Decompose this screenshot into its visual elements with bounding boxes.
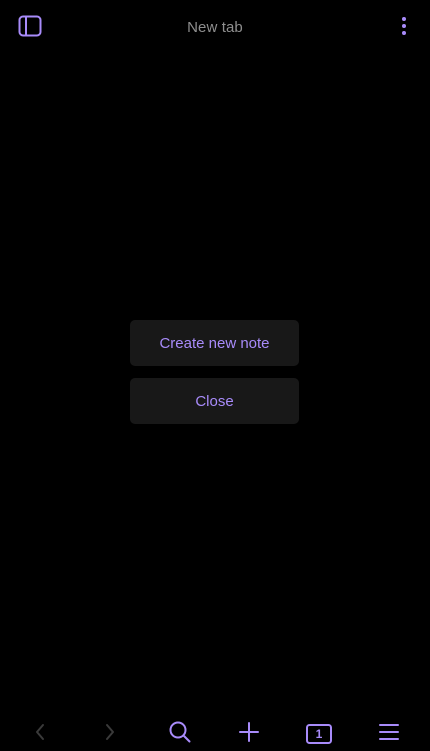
tabs-button[interactable]: 1 xyxy=(299,717,339,751)
new-tab-button[interactable] xyxy=(229,717,269,751)
tab-title: New tab xyxy=(187,19,243,36)
chevron-right-icon xyxy=(104,723,116,746)
top-bar: New tab xyxy=(0,0,430,56)
plus-icon xyxy=(238,721,260,748)
search-icon xyxy=(168,720,192,749)
create-new-note-button[interactable]: Create new note xyxy=(130,320,299,366)
tabs-count: 1 xyxy=(315,727,323,741)
hamburger-icon xyxy=(378,723,400,746)
search-button[interactable] xyxy=(160,717,200,751)
bottom-nav-bar: 1 xyxy=(0,717,430,751)
main-menu-button[interactable] xyxy=(369,717,409,751)
back-button[interactable] xyxy=(20,717,60,751)
chevron-left-icon xyxy=(34,723,46,746)
more-options-button[interactable] xyxy=(392,14,416,42)
close-button[interactable]: Close xyxy=(130,378,299,424)
more-vertical-icon xyxy=(401,16,407,41)
tabs-icon: 1 xyxy=(306,724,332,744)
forward-button[interactable] xyxy=(90,717,130,751)
